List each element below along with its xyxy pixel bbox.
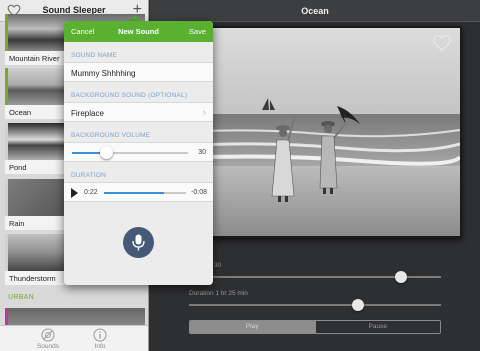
tab-info[interactable]: Info (80, 328, 120, 350)
play-icon[interactable] (71, 188, 78, 198)
tab-sounds-label: Sounds (36, 343, 60, 350)
background-sound-section: BACKGROUND SOUND (OPTIONAL) (71, 92, 188, 99)
sound-name-field[interactable]: Mummy Shhhhing (64, 62, 213, 82)
remaining-time: -0:08 (191, 189, 207, 196)
duration-slider-track[interactable] (189, 304, 441, 306)
elapsed-time: 0:22 (84, 189, 98, 196)
sounds-icon (41, 328, 55, 342)
duration-label: Duration 1 hr 25 min (189, 290, 248, 297)
beach-photo-image (182, 28, 460, 236)
main-header: Ocean (150, 0, 480, 22)
section-header-urban: URBAN (8, 294, 35, 301)
playback-segmented-control: Play Pause (189, 320, 441, 334)
background-volume-section: BACKGROUND VOLUME (71, 132, 151, 139)
new-sound-popover: Cancel New Sound Save SOUND NAME Mummy S… (64, 21, 213, 285)
background-volume-row: 30 (64, 142, 213, 162)
popover-header: Cancel New Sound Save (64, 21, 213, 42)
sound-name-section: SOUND NAME (71, 52, 118, 59)
pause-button[interactable]: Pause (314, 321, 440, 333)
save-button[interactable]: Save (189, 27, 206, 36)
microphone-icon (132, 234, 145, 251)
background-sound-selector[interactable]: Fireplace › (64, 102, 213, 122)
recording-playback-row: 0:22 -0:08 (64, 182, 213, 202)
chevron-right-icon: › (203, 107, 206, 117)
info-icon (93, 328, 107, 342)
background-volume-value: 30 (198, 149, 206, 156)
tab-bar: Sounds Info (0, 325, 148, 351)
tab-sounds[interactable]: Sounds (28, 328, 68, 350)
record-button[interactable] (123, 227, 154, 258)
tab-info-label: Info (94, 343, 106, 350)
favorite-heart-icon[interactable] (432, 34, 452, 52)
recording-progress-fill (104, 192, 164, 194)
background-sound-value: Fireplace (71, 109, 104, 118)
volume-slider-thumb[interactable] (394, 271, 407, 283)
duration-slider-thumb[interactable] (351, 299, 364, 311)
page-title: Ocean (301, 6, 329, 16)
play-button[interactable]: Play (190, 321, 315, 333)
sound-photo (180, 26, 462, 238)
background-volume-thumb[interactable] (100, 146, 114, 159)
duration-section: DURATION (71, 172, 107, 179)
volume-label: 30 (214, 262, 222, 269)
